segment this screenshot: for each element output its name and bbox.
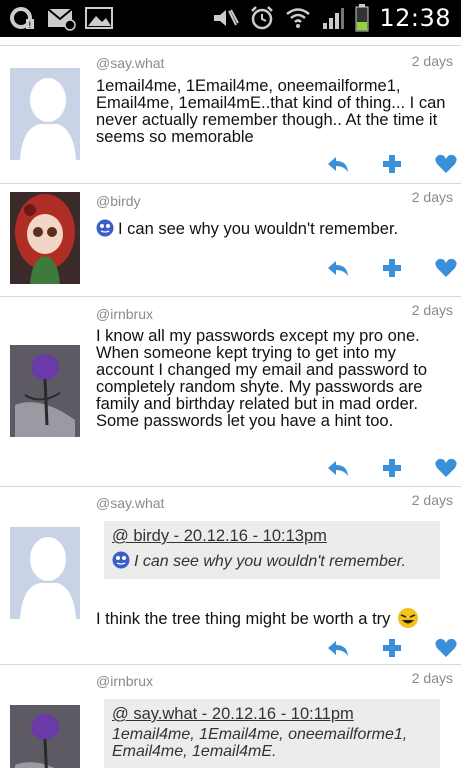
add-icon[interactable] (380, 258, 404, 278)
post-handle[interactable]: @irnbrux (96, 306, 153, 322)
rose-avatar (10, 345, 80, 437)
smiley-icon (112, 551, 130, 569)
heart-icon[interactable] (434, 258, 458, 278)
quote-text: I can see why you wouldn't remember. (134, 553, 406, 570)
heart-icon[interactable] (434, 458, 458, 478)
reply-icon[interactable] (326, 154, 350, 174)
heart-icon[interactable] (434, 154, 458, 174)
quote-text-row: I can see why you wouldn't remember. (112, 551, 432, 570)
post-text: 1email4me, 1Email4me, oneemailforme1, Em… (96, 77, 446, 146)
rose-avatar (10, 705, 80, 768)
gallery-icon (85, 7, 113, 29)
battery-icon (355, 4, 369, 32)
default-avatar (10, 68, 80, 160)
post-item[interactable]: @say.what 2 days 1email4me, 1Email4me, o… (0, 46, 461, 182)
post-handle[interactable]: @say.what (96, 495, 164, 511)
post-item[interactable]: @irnbrux 2 days I know all my passwords … (0, 297, 461, 485)
post-text-row: I can see why you wouldn't remember. (96, 219, 446, 238)
reply-icon[interactable] (326, 638, 350, 658)
add-icon[interactable] (380, 458, 404, 478)
post-date: 2 days (411, 492, 453, 508)
post-text: I can see why you wouldn't remember. (118, 220, 399, 238)
laughing-smiley-icon (398, 608, 418, 628)
post-item[interactable]: @say.what 2 days @ birdy - 20.12.16 - 10… (0, 487, 461, 663)
svg-text:!: ! (28, 21, 32, 31)
post-text: I know all my passwords except my pro on… (96, 327, 428, 430)
doll-avatar (10, 192, 80, 284)
smiley-icon (96, 219, 114, 237)
alarm-icon (251, 6, 274, 30)
post-date: 2 days (411, 670, 453, 686)
quote-text: 1email4me, 1Email4me, oneemailforme1, Em… (112, 726, 408, 760)
quote-header[interactable]: @ say.what - 20.12.16 - 10:11pm (112, 705, 432, 724)
post-handle[interactable]: @irnbrux (96, 673, 153, 689)
post-date: 2 days (411, 302, 453, 318)
signal-icon (323, 8, 345, 29)
post-handle[interactable]: @birdy (96, 193, 141, 209)
post-item[interactable]: @birdy 2 days I can see why you wouldn't… (0, 184, 461, 296)
reply-icon[interactable] (326, 458, 350, 478)
post-handle[interactable]: @say.what (96, 55, 164, 71)
default-avatar (10, 527, 80, 619)
heart-icon[interactable] (434, 638, 458, 658)
post-date: 2 days (411, 189, 453, 205)
mail-icon (47, 8, 76, 31)
post-text-row: I think the tree thing might be worth a … (96, 607, 446, 629)
status-bar: ! 12:38 (0, 0, 461, 37)
sync-icon: ! (10, 7, 34, 31)
wifi-icon (286, 8, 311, 28)
reply-icon[interactable] (326, 258, 350, 278)
post-text: I think the tree thing might be worth a … (96, 610, 391, 628)
quote-block: @ say.what - 20.12.16 - 10:11pm 1email4m… (104, 699, 440, 768)
quote-header[interactable]: @ birdy - 20.12.16 - 10:13pm (112, 527, 432, 546)
post-date: 2 days (411, 53, 453, 69)
post-item[interactable]: @irnbrux 2 days @ say.what - 20.12.16 - … (0, 665, 461, 768)
clock: 12:38 (379, 4, 451, 32)
add-icon[interactable] (380, 154, 404, 174)
quote-block: @ birdy - 20.12.16 - 10:13pm I can see w… (104, 521, 440, 579)
add-icon[interactable] (380, 638, 404, 658)
mute-icon (214, 9, 240, 26)
